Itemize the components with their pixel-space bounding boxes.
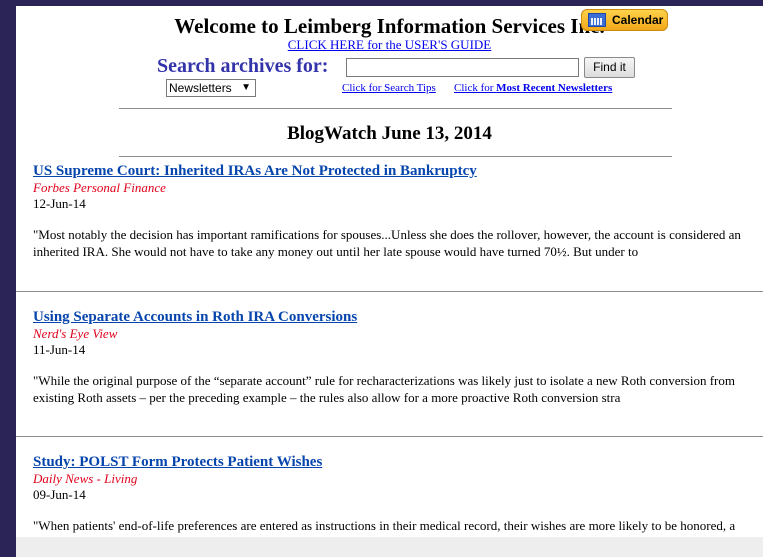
calendar-button[interactable]: Calendar: [581, 9, 668, 31]
article-item: US Supreme Court: Inherited IRAs Are Not…: [33, 163, 760, 260]
archive-select[interactable]: Newsletters ▼: [166, 79, 256, 97]
article-excerpt: "While the original purpose of the “sepa…: [33, 373, 735, 405]
divider: [119, 108, 672, 109]
users-guide-link[interactable]: CLICK HERE for the USER'S GUIDE: [16, 37, 763, 53]
article-item: Study: POLST Form Protects Patient Wishe…: [33, 454, 760, 537]
recent-prefix: Click for: [454, 82, 494, 94]
article-date: 12-Jun-14: [33, 196, 86, 211]
article-title-link[interactable]: Study: POLST Form Protects Patient Wishe…: [33, 454, 760, 471]
divider: [119, 156, 672, 157]
article-date: 11-Jun-14: [33, 342, 86, 357]
divider: [16, 291, 763, 292]
browser-page: Welcome to Leimberg Information Services…: [16, 6, 763, 537]
find-button[interactable]: Find it: [584, 57, 635, 78]
search-input[interactable]: [346, 58, 579, 77]
article-source: Daily News - Living: [33, 471, 138, 486]
article-excerpt: "Most notably the decision has important…: [33, 227, 741, 259]
article-source: Forbes Personal Finance: [33, 180, 166, 195]
recent-newsletters-link[interactable]: Click for Most Recent Newsletters: [454, 81, 612, 95]
article-source: Nerd's Eye View: [33, 326, 118, 341]
article-excerpt: "When patients' end-of-life preferences …: [33, 518, 736, 537]
chevron-down-icon: ▼: [241, 82, 251, 93]
status-bar: [16, 537, 763, 557]
article-item: Using Separate Accounts in Roth IRA Conv…: [33, 309, 760, 406]
article-date: 09-Jun-14: [33, 487, 86, 502]
recent-bold: Most Recent Newsletters: [496, 82, 613, 94]
article-title-link[interactable]: US Supreme Court: Inherited IRAs Are Not…: [33, 163, 760, 180]
calendar-icon: [588, 13, 606, 27]
search-tips-link[interactable]: Click for Search Tips: [342, 81, 436, 95]
article-title-link[interactable]: Using Separate Accounts in Roth IRA Conv…: [33, 309, 760, 326]
divider: [16, 436, 763, 437]
archive-select-value: Newsletters: [169, 81, 232, 95]
search-label: Search archives for:: [157, 55, 329, 77]
calendar-label: Calendar: [612, 13, 664, 27]
blogwatch-title: BlogWatch June 13, 2014: [287, 123, 492, 144]
